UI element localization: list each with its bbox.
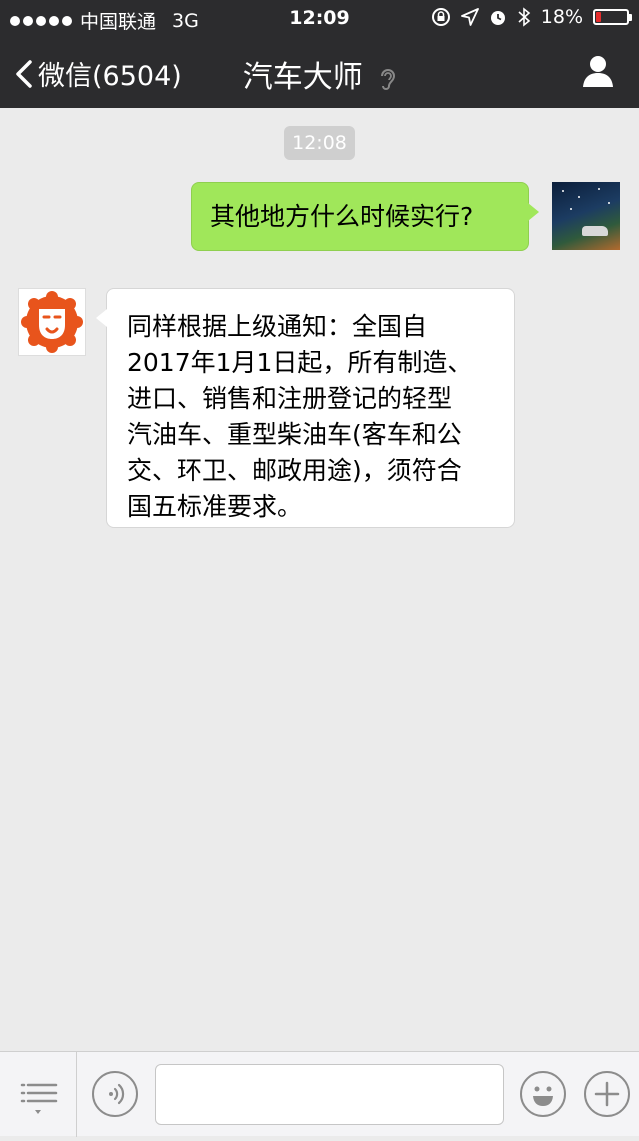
alarm-icon [490, 11, 505, 25]
rotation-lock-icon [431, 8, 450, 26]
emoji-button[interactable] [520, 1071, 566, 1117]
location-icon [460, 8, 479, 26]
status-right: 18% [431, 6, 632, 28]
battery-percent: 18% [540, 6, 583, 28]
chat-title: 汽车大师 [0, 52, 639, 96]
list-menu-icon [20, 1083, 58, 1114]
received-message-bubble[interactable]: 同样根据上级通知：全国自 2017年1月1日起，所有制造、 进口、销售和注册登记… [96, 288, 515, 528]
input-bar [0, 1051, 639, 1137]
menu-toggle-button[interactable] [0, 1052, 77, 1137]
top-bar: 中国联通 3G 12:09 18% 微信(6504) 汽车大师 [0, 0, 639, 108]
smiley-face-icon [533, 1086, 553, 1106]
car-silhouette [582, 226, 608, 236]
more-options-button[interactable] [584, 1071, 630, 1117]
sent-message-bubble[interactable]: 其他地方什么时候实行? [191, 182, 539, 251]
my-avatar[interactable] [552, 182, 620, 250]
voice-input-button[interactable] [92, 1071, 138, 1117]
message-input[interactable] [155, 1064, 504, 1125]
voice-wave-icon [109, 1083, 125, 1105]
plus-icon [594, 1081, 620, 1107]
nav-bar: 微信(6504) 汽车大师 [0, 36, 639, 108]
earpiece-mode-icon [381, 68, 396, 90]
battery-level [596, 12, 601, 22]
lion-logo-icon [21, 291, 83, 353]
bluetooth-icon [518, 7, 531, 27]
chat-title-text: 汽车大师 [242, 60, 363, 95]
status-bar: 中国联通 3G 12:09 18% [0, 0, 639, 36]
profile-icon[interactable] [581, 54, 615, 88]
contact-avatar[interactable] [18, 288, 86, 356]
message-timestamp: 12:08 [284, 126, 355, 160]
battery-icon [593, 9, 632, 25]
